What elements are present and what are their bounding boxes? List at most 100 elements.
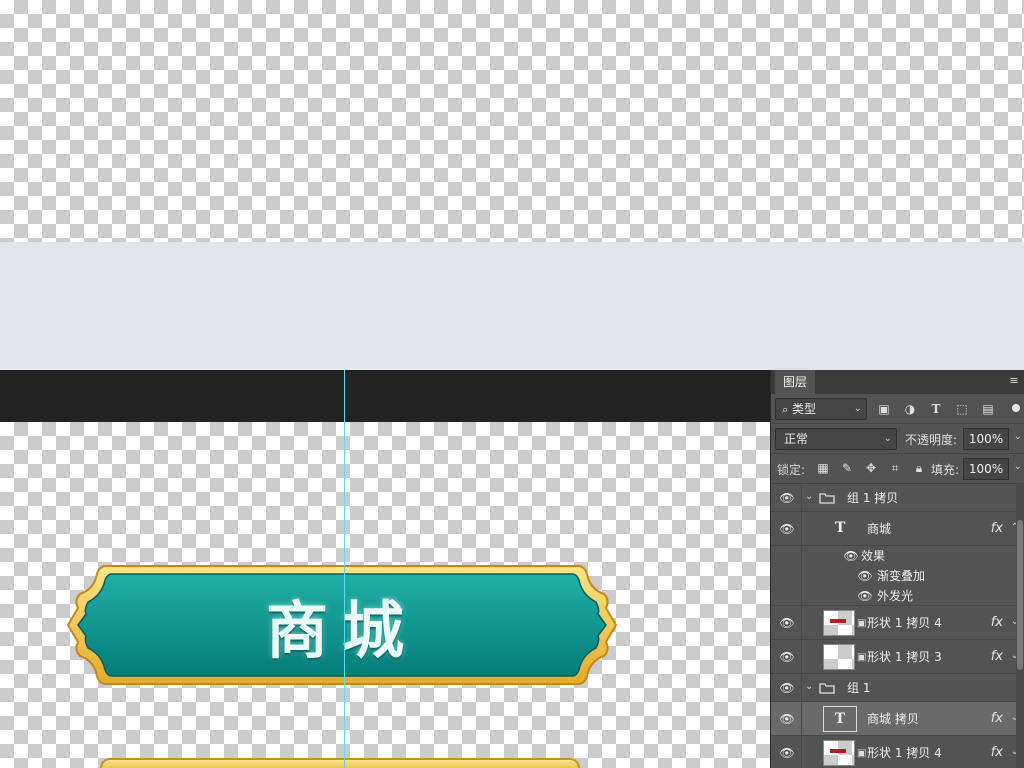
layer-group-copy[interactable]: 👁︎ ⌄ 组 1 拷贝 xyxy=(771,484,1024,512)
fx-icon[interactable]: fx xyxy=(991,615,1003,630)
filter-icons: ▣ ◑ T ⬚ ▤ xyxy=(875,400,997,418)
layer-name: 渐变叠加 xyxy=(877,569,926,583)
folder-icon xyxy=(819,682,835,694)
folder-icon xyxy=(819,492,835,504)
eye-icon[interactable]: 👁︎ xyxy=(855,589,875,603)
opacity-dropdown-icon[interactable]: ⌄ xyxy=(1014,431,1022,442)
layer-thumbnail xyxy=(823,644,855,670)
eye-separator xyxy=(801,546,802,566)
opacity-input[interactable]: 100% xyxy=(963,428,1009,450)
eye-separator xyxy=(801,702,802,735)
shape-filter-icon[interactable]: ⬚ xyxy=(953,400,971,418)
layer-text-mall[interactable]: 👁︎ T 商城 fx ⌃ xyxy=(771,512,1024,546)
lock-icons: ▦ ✎ ✥ ⌗ 🔒︎ xyxy=(815,460,927,476)
blend-row: 正常 ⌄ 不透明度: 100% ⌄ xyxy=(771,424,1024,454)
eye-separator xyxy=(801,566,802,586)
text-layer-icon: T xyxy=(835,519,846,536)
layer-name: 商城 拷贝 xyxy=(867,711,919,726)
thumbnail-shape xyxy=(830,619,846,623)
eye-icon[interactable]: 👁︎ xyxy=(777,746,797,760)
fill-input[interactable]: 100% xyxy=(963,458,1009,480)
layer-list: 👁︎ ⌄ 组 1 拷贝 👁︎ T 商城 fx ⌃ 👁︎ 效果 👁︎ 渐变叠加 👁… xyxy=(771,484,1024,768)
chevron-down-icon[interactable]: ⌄ xyxy=(805,491,813,502)
eye-icon[interactable]: 👁︎ xyxy=(777,650,797,664)
fx-icon[interactable]: fx xyxy=(991,745,1003,760)
transparent-canvas-top xyxy=(0,0,1024,242)
fx-icon[interactable]: fx xyxy=(991,649,1003,664)
layers-panel: 图层 ≡ ⌕ 类型 ⌄ ▣ ◑ T ⬚ ▤ 正常 ⌄ 不透明度: 100% ⌄ … xyxy=(770,370,1024,768)
chevron-down-icon: ⌄ xyxy=(853,403,862,414)
document-dark-strip xyxy=(0,370,770,422)
eye-separator xyxy=(801,674,802,701)
lock-position-icon[interactable]: ✥ xyxy=(863,460,879,476)
layer-name: 外发光 xyxy=(877,588,914,603)
smart-object-filter-icon[interactable]: ▤ xyxy=(979,400,997,418)
eye-icon[interactable]: 👁︎ xyxy=(855,569,875,583)
layer-effect-outer-glow[interactable]: 👁︎ 外发光 xyxy=(771,586,1024,606)
layer-effects-header[interactable]: 👁︎ 效果 xyxy=(771,546,1024,566)
layer-effect-gradient-overlay[interactable]: 👁︎ 渐变叠加 xyxy=(771,566,1024,586)
eye-icon[interactable]: 👁︎ xyxy=(777,712,797,726)
type-filter-icon[interactable]: T xyxy=(927,400,945,418)
lock-artboard-icon[interactable]: ⌗ xyxy=(887,460,903,476)
layer-text-mall-copy[interactable]: 👁︎ T 商城 拷贝 fx ⌄ xyxy=(771,702,1024,736)
layer-name: 组 1 xyxy=(847,680,871,695)
filter-kind-label: 类型 xyxy=(792,402,817,416)
layer-name: 商城 xyxy=(867,521,892,536)
layer-shape-copy-4[interactable]: 👁︎ ▣ 形状 1 拷贝 4 fx ⌄ xyxy=(771,606,1024,640)
vector-mask-icon: ▣ xyxy=(857,748,867,759)
eye-separator xyxy=(801,512,802,545)
lock-label: 锁定: xyxy=(777,463,806,477)
lock-image-pixels-icon[interactable]: ✎ xyxy=(839,460,855,476)
opacity-label: 不透明度: xyxy=(905,433,958,447)
fill-dropdown-icon[interactable]: ⌄ xyxy=(1014,461,1022,472)
lock-transparent-pixels-icon[interactable]: ▦ xyxy=(815,460,831,476)
eye-icon[interactable]: 👁︎ xyxy=(777,491,797,505)
filter-row: ⌕ 类型 ⌄ ▣ ◑ T ⬚ ▤ xyxy=(771,394,1024,424)
filter-kind-select[interactable]: ⌕ 类型 ⌄ xyxy=(775,398,867,420)
mall-button-graphic[interactable]: 商城 xyxy=(66,560,618,690)
eye-separator xyxy=(801,640,802,673)
vector-mask-icon: ▣ xyxy=(857,618,867,629)
chevron-down-icon: ⌄ xyxy=(883,433,892,444)
thumbnail-shape xyxy=(830,749,846,753)
layers-panel-tabbar: 图层 ≡ xyxy=(771,370,1024,394)
fx-icon[interactable]: fx xyxy=(991,711,1003,726)
layer-group-1[interactable]: 👁︎ ⌄ 组 1 xyxy=(771,674,1024,702)
eye-separator xyxy=(801,484,802,511)
layers-scrollbar-thumb[interactable] xyxy=(1017,520,1023,670)
search-icon: ⌕ xyxy=(782,403,789,416)
adjustment-filter-icon[interactable]: ◑ xyxy=(901,400,919,418)
eye-separator xyxy=(801,586,802,605)
filter-toggle[interactable] xyxy=(1012,404,1020,412)
layer-name: 组 1 拷贝 xyxy=(847,490,899,505)
fill-label: 填充: xyxy=(931,463,960,477)
layer-thumbnail xyxy=(823,740,855,766)
fx-icon[interactable]: fx xyxy=(991,521,1003,536)
panel-menu-icon[interactable]: ≡ xyxy=(1008,375,1020,387)
layer-name: 形状 1 拷贝 4 xyxy=(867,745,942,760)
layer-name: 形状 1 拷贝 3 xyxy=(867,649,942,664)
layer-thumbnail xyxy=(823,610,855,636)
blend-mode-value: 正常 xyxy=(784,432,809,446)
eye-icon[interactable]: 👁︎ xyxy=(841,549,861,563)
blend-mode-select[interactable]: 正常 ⌄ xyxy=(775,428,897,450)
image-filter-icon[interactable]: ▣ xyxy=(875,400,893,418)
eye-icon[interactable]: 👁︎ xyxy=(777,522,797,536)
mall-button-text: 商城 xyxy=(265,594,418,667)
lock-row: 锁定: ▦ ✎ ✥ ⌗ 🔒︎ 填充: 100% ⌄ xyxy=(771,454,1024,484)
layer-shape-copy-3[interactable]: 👁︎ ▣ 形状 1 拷贝 3 fx ⌄ xyxy=(771,640,1024,674)
layer-shape-copy-4-group1[interactable]: 👁︎ ▣ 形状 1 拷贝 4 fx ⌄ xyxy=(771,736,1024,768)
tab-layers[interactable]: 图层 xyxy=(775,370,816,394)
second-button-graphic-partial[interactable] xyxy=(100,758,580,768)
chevron-down-icon[interactable]: ⌄ xyxy=(805,681,813,692)
lock-all-icon[interactable]: 🔒︎ xyxy=(911,460,927,476)
vertical-guide-line[interactable] xyxy=(344,370,345,768)
layer-name: 形状 1 拷贝 4 xyxy=(867,615,942,630)
eye-icon[interactable]: 👁︎ xyxy=(777,681,797,695)
eye-separator xyxy=(801,736,802,768)
vector-mask-icon: ▣ xyxy=(857,652,867,663)
text-layer-thumbnail-icon: T xyxy=(823,706,857,732)
workspace-background xyxy=(0,242,1024,370)
eye-icon[interactable]: 👁︎ xyxy=(777,616,797,630)
